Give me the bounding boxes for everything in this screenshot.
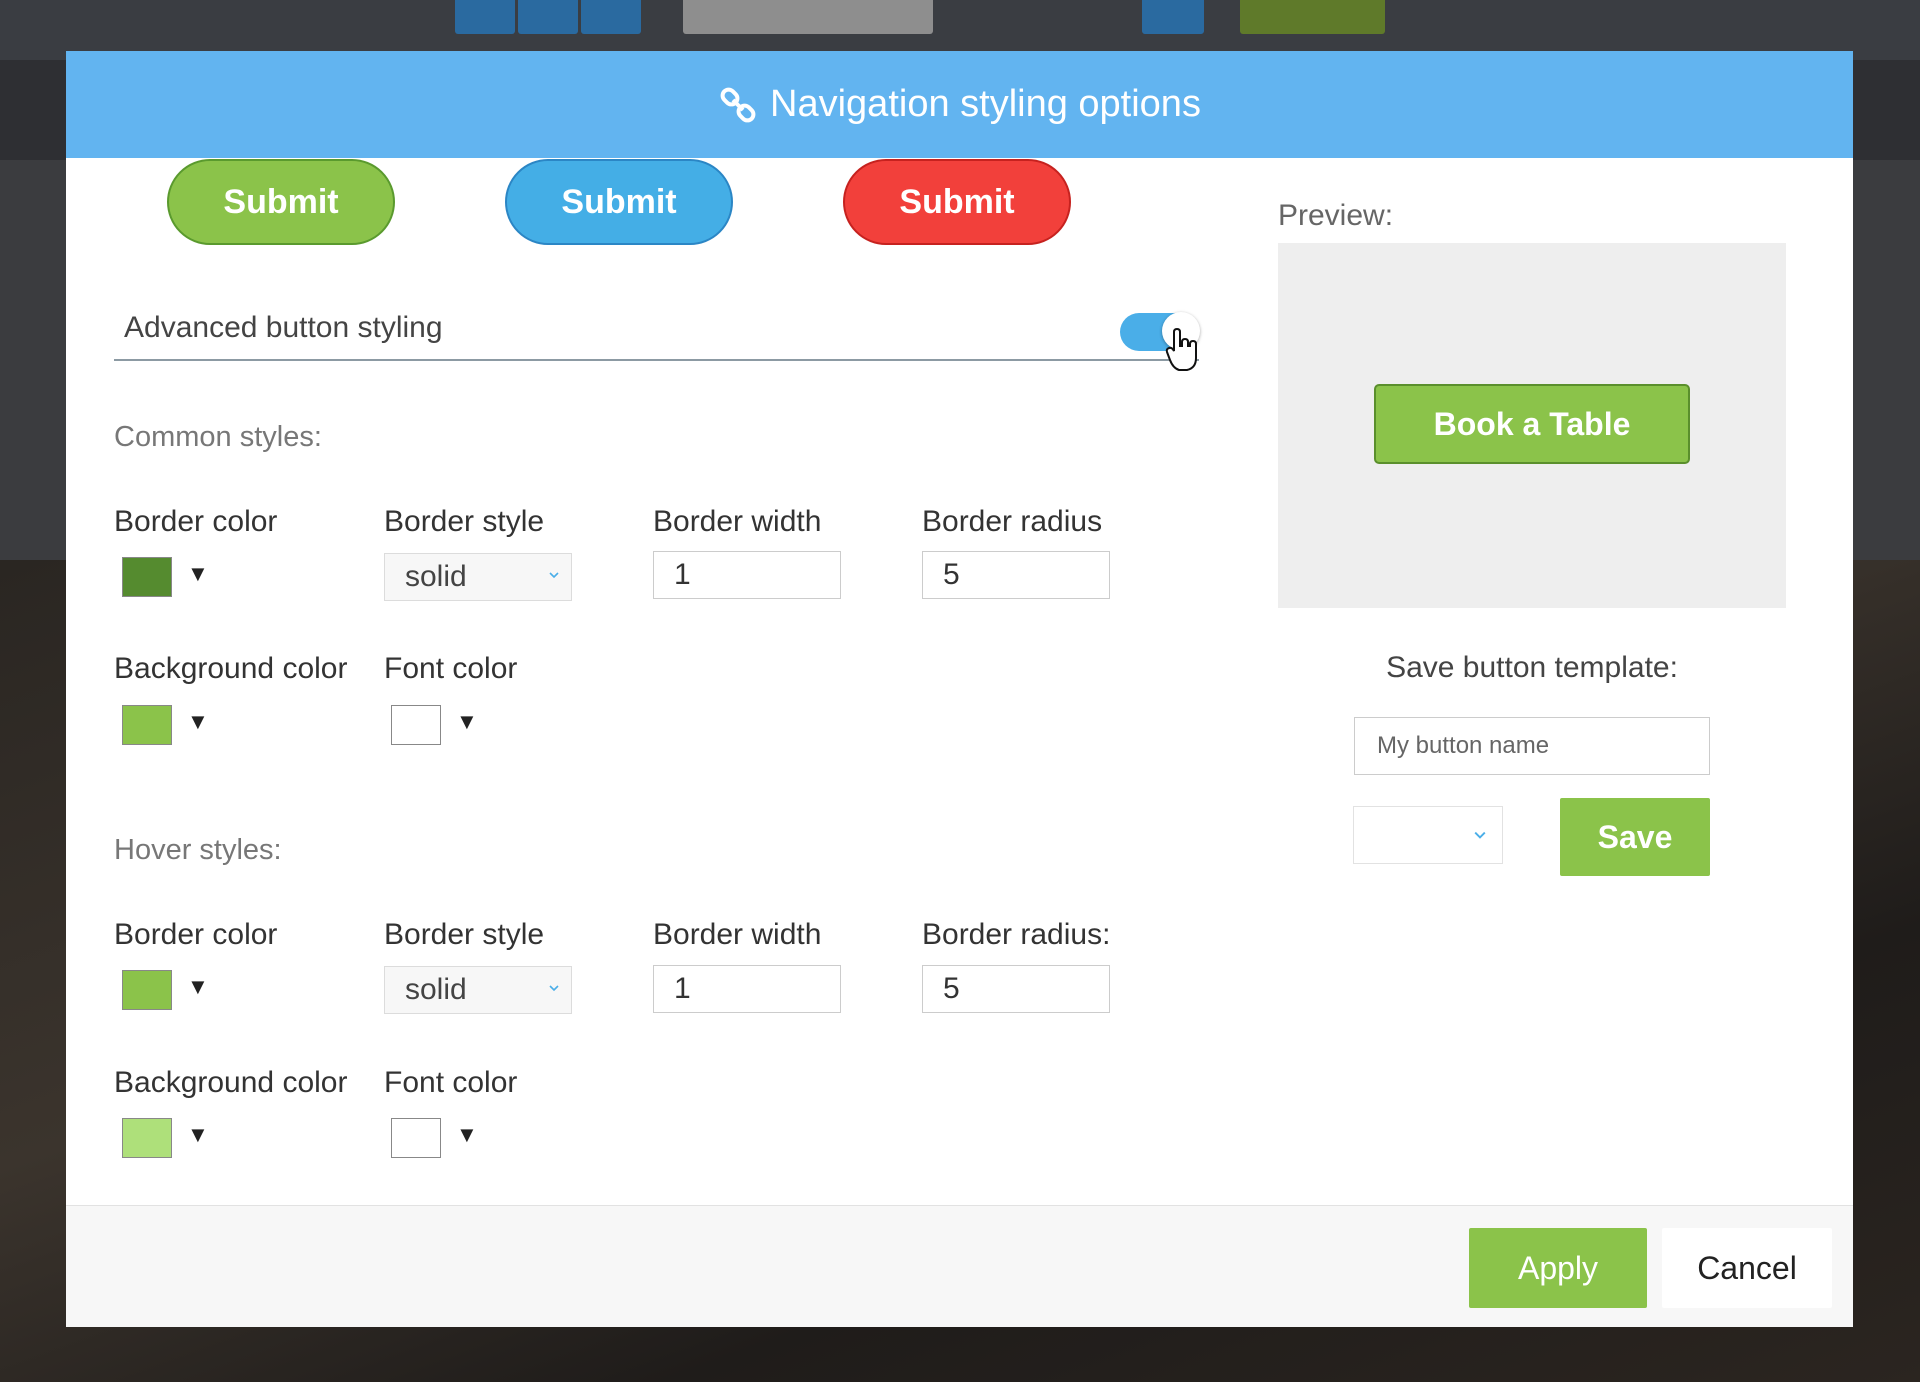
modal-header: Navigation styling options xyxy=(66,51,1853,158)
link-icon xyxy=(720,87,756,122)
hover-border-radius-label: Border radius: xyxy=(922,918,1111,951)
common-border-radius-label: Border radius xyxy=(922,505,1103,538)
hover-font-color-label: Font color xyxy=(384,1066,518,1099)
hover-border-radius-input[interactable]: 5 xyxy=(922,965,1110,1013)
advanced-styling-label: Advanced button styling xyxy=(124,311,443,344)
common-background-color-swatch[interactable] xyxy=(122,705,172,745)
common-font-color-label: Font color xyxy=(384,652,518,685)
save-template-button[interactable]: Save xyxy=(1560,798,1710,876)
hover-background-color-swatch[interactable] xyxy=(122,1118,172,1158)
save-template-label: Save button template: xyxy=(1386,651,1678,684)
common-background-color-caret[interactable]: ▼ xyxy=(187,709,209,735)
hover-font-color-caret[interactable]: ▼ xyxy=(456,1122,478,1148)
bg-tool-blue-1 xyxy=(455,0,515,34)
apply-button[interactable]: Apply xyxy=(1469,1228,1647,1308)
hover-border-width-input[interactable]: 1 xyxy=(653,965,841,1013)
hand-cursor-icon xyxy=(1165,328,1197,371)
common-border-style-label: Border style xyxy=(384,505,545,538)
hover-border-style-label: Border style xyxy=(384,918,545,951)
modal-title: Navigation styling options xyxy=(770,83,1201,125)
modal-footer: Apply Cancel xyxy=(66,1205,1853,1327)
hover-background-color-caret[interactable]: ▼ xyxy=(187,1122,209,1148)
cancel-button[interactable]: Cancel xyxy=(1662,1228,1832,1308)
advanced-styling-row: Advanced button styling xyxy=(114,299,1199,361)
hover-border-style-value: solid xyxy=(405,973,467,1006)
chevron-down-icon xyxy=(549,572,559,579)
bg-tool-blue-2 xyxy=(518,0,578,34)
common-border-color-caret[interactable]: ▼ xyxy=(187,561,209,587)
bg-tool-styling xyxy=(683,0,933,34)
sample-button-red[interactable]: Submit xyxy=(843,159,1071,245)
common-border-width-input[interactable]: 1 xyxy=(653,551,841,599)
preview-button[interactable]: Book a Table xyxy=(1374,384,1690,464)
common-font-color-swatch[interactable] xyxy=(391,705,441,745)
hover-border-color-swatch[interactable] xyxy=(122,970,172,1010)
hover-background-color-label: Background color xyxy=(114,1066,348,1099)
hover-border-width-label: Border width xyxy=(653,918,822,951)
hover-styles-title: Hover styles: xyxy=(114,834,282,866)
common-border-color-label: Border color xyxy=(114,505,278,538)
preview-label: Preview: xyxy=(1278,199,1394,232)
common-border-color-swatch[interactable] xyxy=(122,557,172,597)
chevron-down-icon xyxy=(1474,831,1486,839)
common-font-color-caret[interactable]: ▼ xyxy=(456,709,478,735)
template-name-input[interactable]: My button name xyxy=(1354,717,1710,775)
hover-border-color-caret[interactable]: ▼ xyxy=(187,974,209,1000)
bg-tool-blue-4 xyxy=(1142,0,1204,34)
common-border-width-label: Border width xyxy=(653,505,822,538)
common-border-style-value: solid xyxy=(405,560,467,593)
sample-button-blue[interactable]: Submit xyxy=(505,159,733,245)
hover-border-style-select[interactable]: solid xyxy=(384,966,572,1014)
common-background-color-label: Background color xyxy=(114,652,348,685)
preview-box: Book a Table xyxy=(1278,243,1786,608)
sample-button-green[interactable]: Submit xyxy=(167,159,395,245)
chevron-down-icon xyxy=(549,985,559,992)
common-styles-title: Common styles: xyxy=(114,421,322,453)
hover-border-color-label: Border color xyxy=(114,918,278,951)
styling-options-modal: Navigation styling options Submit Submit… xyxy=(66,51,1853,1327)
bg-tool-save xyxy=(1240,0,1385,34)
hover-font-color-swatch[interactable] xyxy=(391,1118,441,1158)
bg-tool-blue-3 xyxy=(581,0,641,34)
common-border-style-select[interactable]: solid xyxy=(384,553,572,601)
template-select[interactable] xyxy=(1353,806,1503,864)
common-border-radius-input[interactable]: 5 xyxy=(922,551,1110,599)
